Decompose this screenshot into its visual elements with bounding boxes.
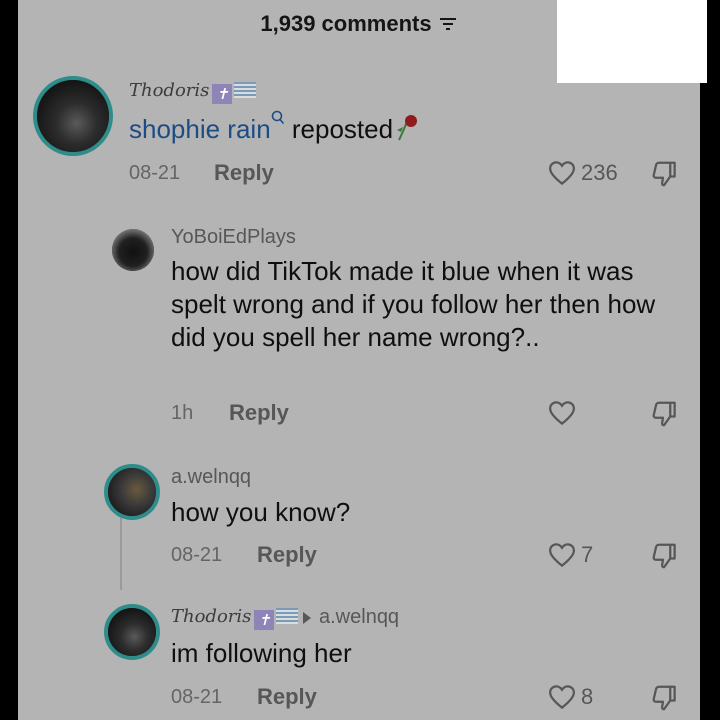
heart-icon <box>548 685 576 710</box>
cross-emoji-icon: ✝ <box>212 84 233 104</box>
filter-icon[interactable] <box>438 14 458 34</box>
avatar[interactable] <box>33 76 113 156</box>
comments-header: 1,939 comments <box>18 6 700 42</box>
search-icon <box>271 110 284 125</box>
heart-icon <box>548 161 576 186</box>
avatar[interactable] <box>112 229 154 271</box>
username[interactable]: Thodoris ✝ <box>129 80 257 104</box>
avatar[interactable] <box>104 604 160 660</box>
comment-date: 08-21 <box>171 686 223 708</box>
dislike-icon[interactable] <box>649 541 679 571</box>
like-count: 236 <box>581 160 618 185</box>
dislike-icon[interactable] <box>649 683 679 713</box>
comment-date: 08-21 <box>129 162 181 184</box>
username[interactable]: a.welnqq <box>171 466 251 489</box>
wilted-rose-icon <box>397 115 418 141</box>
username[interactable]: YoBoiEdPlays <box>171 226 296 249</box>
heart-icon <box>548 543 576 568</box>
like-button[interactable]: 236 <box>547 158 618 188</box>
heart-icon <box>548 401 576 426</box>
like-button[interactable]: 8 <box>547 682 593 712</box>
reply-button[interactable]: Reply <box>257 542 317 568</box>
cross-emoji-icon: ✝ <box>254 610 275 630</box>
comment-text: im following her <box>171 638 352 668</box>
greek-flag-icon <box>234 82 257 98</box>
reply-arrow-icon <box>303 612 311 624</box>
comment-text: how you know? <box>171 497 351 527</box>
comment-date: 1h <box>171 402 194 424</box>
like-button[interactable] <box>547 398 577 428</box>
like-button[interactable]: 7 <box>547 540 593 570</box>
comment-text: how did TikTok made it blue when it was … <box>171 256 656 352</box>
reply-to-username[interactable]: a.welnqq <box>319 606 399 629</box>
dislike-icon[interactable] <box>649 399 679 429</box>
greek-flag-icon <box>276 608 299 624</box>
username[interactable]: Thodoris ✝ <box>171 606 299 630</box>
like-count: 8 <box>581 684 594 709</box>
dislike-icon[interactable] <box>649 159 679 189</box>
reply-button[interactable]: Reply <box>229 400 289 426</box>
reply-button[interactable]: Reply <box>214 160 274 186</box>
reply-button[interactable]: Reply <box>257 684 317 710</box>
avatar[interactable] <box>104 464 160 520</box>
like-count: 7 <box>581 542 594 567</box>
mention-link[interactable]: shophie rain <box>129 114 271 144</box>
comment-date: 08-21 <box>171 544 223 566</box>
comments-count: 1,939 comments <box>260 11 432 36</box>
comment-text: shophie rain reposted <box>129 110 549 146</box>
